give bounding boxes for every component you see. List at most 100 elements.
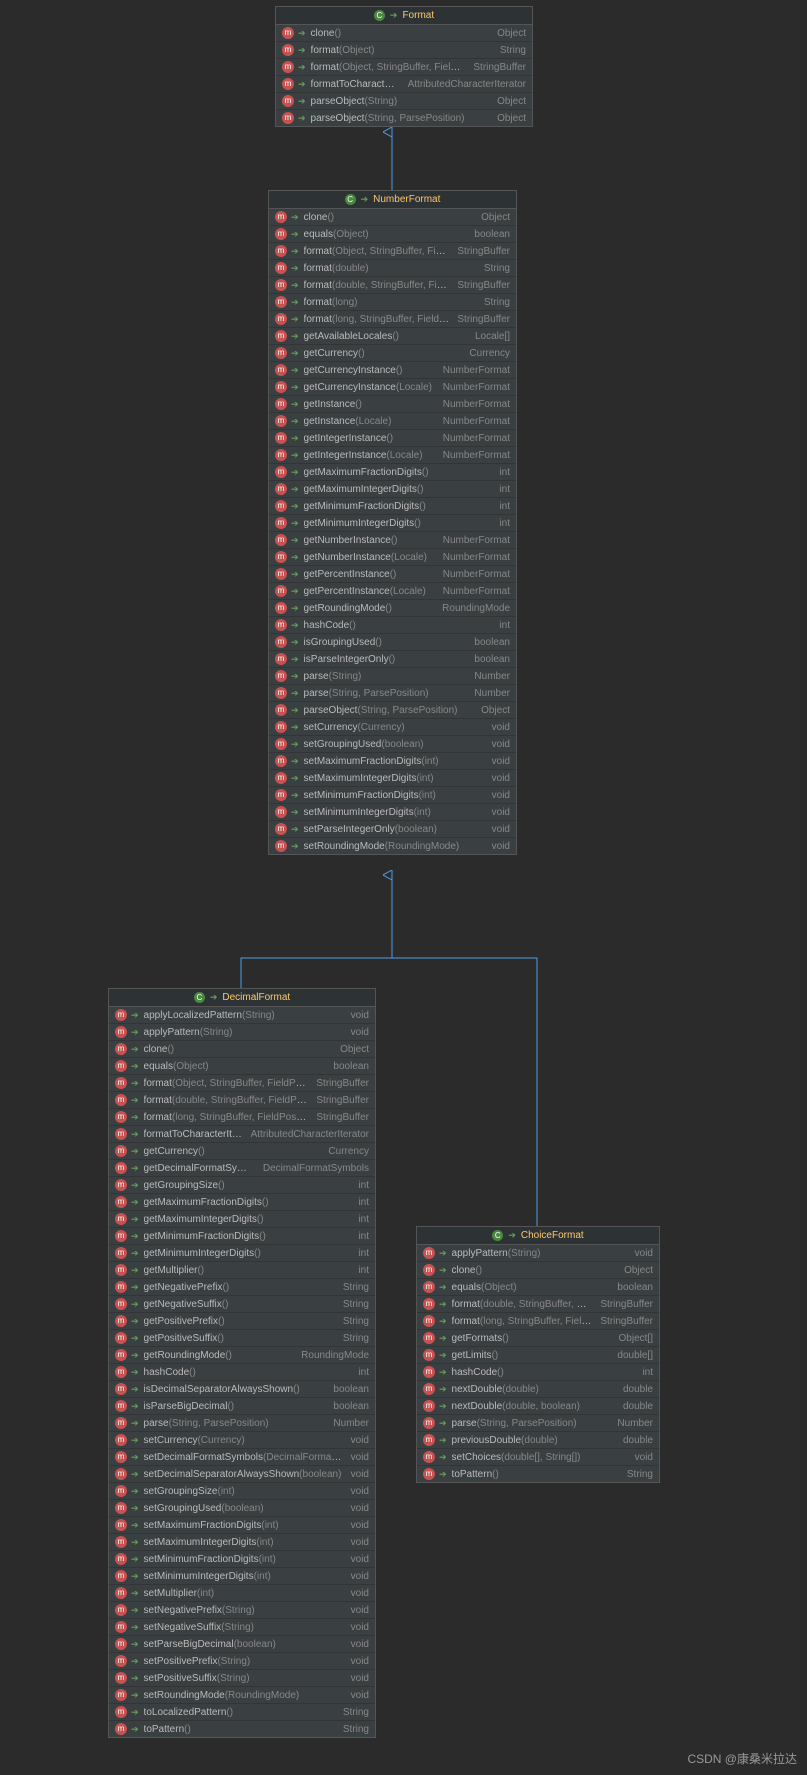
method-row[interactable]: m➔setNegativeSuffix(String)void [109, 1619, 375, 1636]
method-row[interactable]: m➔getRoundingMode()RoundingMode [269, 600, 516, 617]
method-row[interactable]: m➔setDecimalFormatSymbols(DecimalFormatS… [109, 1449, 375, 1466]
method-row[interactable]: m➔getCurrencyInstance()NumberFormat [269, 362, 516, 379]
method-row[interactable]: m➔getNumberInstance(Locale)NumberFormat [269, 549, 516, 566]
method-row[interactable]: m➔parse(String, ParsePosition)Number [269, 685, 516, 702]
method-row[interactable]: m➔setParseIntegerOnly(boolean)void [269, 821, 516, 838]
method-row[interactable]: m➔nextDouble(double)double [417, 1381, 659, 1398]
method-row[interactable]: m➔setRoundingMode(RoundingMode)void [269, 838, 516, 854]
method-row[interactable]: m➔setRoundingMode(RoundingMode)void [109, 1687, 375, 1704]
class-box-Format[interactable]: C ➔ Formatm➔clone()Objectm➔format(Object… [275, 6, 533, 127]
method-row[interactable]: m➔format(long, StringBuffer, FieldPositi… [417, 1313, 659, 1330]
method-row[interactable]: m➔getDecimalFormatSymbols()DecimalFormat… [109, 1160, 375, 1177]
method-row[interactable]: m➔setGroupingSize(int)void [109, 1483, 375, 1500]
method-row[interactable]: m➔setPositivePrefix(String)void [109, 1653, 375, 1670]
method-row[interactable]: m➔format(double)String [269, 260, 516, 277]
method-row[interactable]: m➔getMaximumFractionDigits()int [269, 464, 516, 481]
method-row[interactable]: m➔formatToCharacterIterator(Object)Attri… [276, 76, 532, 93]
method-row[interactable]: m➔setMultiplier(int)void [109, 1585, 375, 1602]
method-row[interactable]: m➔parse(String)Number [269, 668, 516, 685]
method-row[interactable]: m➔setChoices(double[], String[])void [417, 1449, 659, 1466]
method-row[interactable]: m➔getMultiplier()int [109, 1262, 375, 1279]
method-row[interactable]: m➔setCurrency(Currency)void [109, 1432, 375, 1449]
method-row[interactable]: m➔getCurrencyInstance(Locale)NumberForma… [269, 379, 516, 396]
method-row[interactable]: m➔setGroupingUsed(boolean)void [109, 1500, 375, 1517]
method-row[interactable]: m➔nextDouble(double, boolean)double [417, 1398, 659, 1415]
method-row[interactable]: m➔setGroupingUsed(boolean)void [269, 736, 516, 753]
method-row[interactable]: m➔getRoundingMode()RoundingMode [109, 1347, 375, 1364]
method-row[interactable]: m➔parseObject(String, ParsePosition)Obje… [276, 110, 532, 126]
method-row[interactable]: m➔getNegativeSuffix()String [109, 1296, 375, 1313]
method-row[interactable]: m➔getNumberInstance()NumberFormat [269, 532, 516, 549]
method-row[interactable]: m➔hashCode()int [109, 1364, 375, 1381]
method-row[interactable]: m➔setCurrency(Currency)void [269, 719, 516, 736]
method-row[interactable]: m➔getIntegerInstance(Locale)NumberFormat [269, 447, 516, 464]
method-row[interactable]: m➔getMaximumIntegerDigits()int [269, 481, 516, 498]
method-row[interactable]: m➔equals(Object)boolean [417, 1279, 659, 1296]
method-row[interactable]: m➔getInstance(Locale)NumberFormat [269, 413, 516, 430]
method-row[interactable]: m➔getMaximumIntegerDigits()int [109, 1211, 375, 1228]
method-row[interactable]: m➔format(long, StringBuffer, FieldPositi… [109, 1109, 375, 1126]
method-row[interactable]: m➔clone()Object [276, 25, 532, 42]
method-row[interactable]: m➔setDecimalSeparatorAlwaysShown(boolean… [109, 1466, 375, 1483]
method-row[interactable]: m➔isGroupingUsed()boolean [269, 634, 516, 651]
method-row[interactable]: m➔setMinimumIntegerDigits(int)void [269, 804, 516, 821]
method-row[interactable]: m➔isParseIntegerOnly()boolean [269, 651, 516, 668]
method-row[interactable]: m➔setNegativePrefix(String)void [109, 1602, 375, 1619]
method-row[interactable]: m➔getPercentInstance(Locale)NumberFormat [269, 583, 516, 600]
method-row[interactable]: m➔format(long)String [269, 294, 516, 311]
method-row[interactable]: m➔format(double, StringBuffer, FieldPosi… [109, 1092, 375, 1109]
method-row[interactable]: m➔hashCode()int [417, 1364, 659, 1381]
method-row[interactable]: m➔setMinimumFractionDigits(int)void [269, 787, 516, 804]
method-row[interactable]: m➔toPattern()String [417, 1466, 659, 1482]
method-row[interactable]: m➔getCurrency()Currency [109, 1143, 375, 1160]
method-row[interactable]: m➔setMaximumIntegerDigits(int)void [269, 770, 516, 787]
method-row[interactable]: m➔getMaximumFractionDigits()int [109, 1194, 375, 1211]
method-row[interactable]: m➔getMinimumIntegerDigits()int [269, 515, 516, 532]
method-row[interactable]: m➔setMaximumFractionDigits(int)void [269, 753, 516, 770]
method-row[interactable]: m➔equals(Object)boolean [269, 226, 516, 243]
method-row[interactable]: m➔clone()Object [109, 1041, 375, 1058]
method-row[interactable]: m➔equals(Object)boolean [109, 1058, 375, 1075]
method-row[interactable]: m➔setPositiveSuffix(String)void [109, 1670, 375, 1687]
method-row[interactable]: m➔format(Object, StringBuffer, FieldPosi… [269, 243, 516, 260]
method-row[interactable]: m➔setParseBigDecimal(boolean)void [109, 1636, 375, 1653]
method-row[interactable]: m➔setMinimumIntegerDigits(int)void [109, 1568, 375, 1585]
method-row[interactable]: m➔getPositivePrefix()String [109, 1313, 375, 1330]
method-row[interactable]: m➔parseObject(String)Object [276, 93, 532, 110]
method-row[interactable]: m➔format(Object, StringBuffer, FieldPosi… [109, 1075, 375, 1092]
method-row[interactable]: m➔applyLocalizedPattern(String)void [109, 1007, 375, 1024]
method-row[interactable]: m➔getIntegerInstance()NumberFormat [269, 430, 516, 447]
method-row[interactable]: m➔toLocalizedPattern()String [109, 1704, 375, 1721]
method-row[interactable]: m➔previousDouble(double)double [417, 1432, 659, 1449]
method-row[interactable]: m➔getInstance()NumberFormat [269, 396, 516, 413]
class-box-NumberFormat[interactable]: C ➔ NumberFormatm➔clone()Objectm➔equals(… [268, 190, 517, 855]
method-row[interactable]: m➔format(Object)String [276, 42, 532, 59]
method-row[interactable]: m➔getMinimumFractionDigits()int [269, 498, 516, 515]
method-row[interactable]: m➔getFormats()Object[] [417, 1330, 659, 1347]
method-row[interactable]: m➔toPattern()String [109, 1721, 375, 1737]
method-row[interactable]: m➔getMinimumFractionDigits()int [109, 1228, 375, 1245]
method-row[interactable]: m➔isParseBigDecimal()boolean [109, 1398, 375, 1415]
method-row[interactable]: m➔parse(String, ParsePosition)Number [417, 1415, 659, 1432]
method-row[interactable]: m➔format(long, StringBuffer, FieldPositi… [269, 311, 516, 328]
method-row[interactable]: m➔getMinimumIntegerDigits()int [109, 1245, 375, 1262]
method-row[interactable]: m➔getGroupingSize()int [109, 1177, 375, 1194]
class-box-ChoiceFormat[interactable]: C ➔ ChoiceFormatm➔applyPattern(String)vo… [416, 1226, 660, 1483]
method-row[interactable]: m➔getAvailableLocales()Locale[] [269, 328, 516, 345]
method-row[interactable]: m➔getCurrency()Currency [269, 345, 516, 362]
method-row[interactable]: m➔getNegativePrefix()String [109, 1279, 375, 1296]
class-box-DecimalFormat[interactable]: C ➔ DecimalFormatm➔applyLocalizedPattern… [108, 988, 376, 1738]
method-row[interactable]: m➔isDecimalSeparatorAlwaysShown()boolean [109, 1381, 375, 1398]
method-row[interactable]: m➔parse(String, ParsePosition)Number [109, 1415, 375, 1432]
method-row[interactable]: m➔getPositiveSuffix()String [109, 1330, 375, 1347]
method-row[interactable]: m➔setMaximumFractionDigits(int)void [109, 1517, 375, 1534]
method-row[interactable]: m➔applyPattern(String)void [109, 1024, 375, 1041]
method-row[interactable]: m➔format(double, StringBuffer, FieldPosi… [417, 1296, 659, 1313]
method-row[interactable]: m➔applyPattern(String)void [417, 1245, 659, 1262]
method-row[interactable]: m➔format(Object, StringBuffer, FieldPosi… [276, 59, 532, 76]
method-row[interactable]: m➔setMinimumFractionDigits(int)void [109, 1551, 375, 1568]
method-row[interactable]: m➔setMaximumIntegerDigits(int)void [109, 1534, 375, 1551]
method-row[interactable]: m➔getLimits()double[] [417, 1347, 659, 1364]
method-row[interactable]: m➔hashCode()int [269, 617, 516, 634]
method-row[interactable]: m➔parseObject(String, ParsePosition)Obje… [269, 702, 516, 719]
